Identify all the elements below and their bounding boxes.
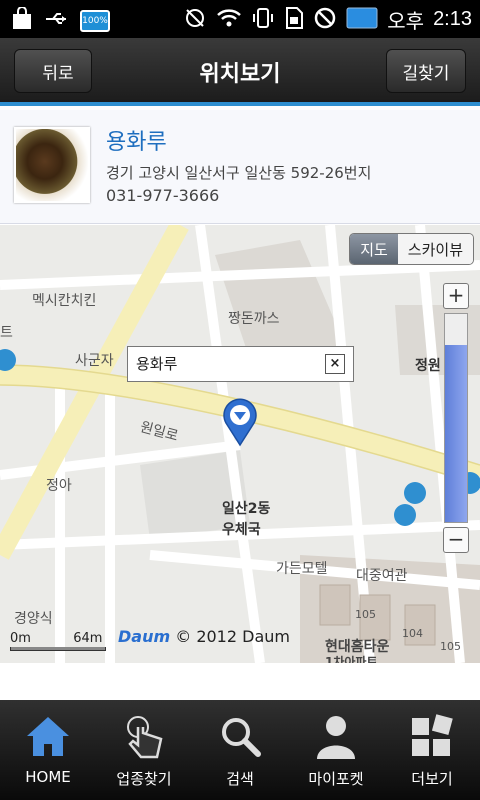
more-icon — [384, 712, 480, 760]
place-address: 경기 고양시 일산서구 일산동 592-26번지 — [106, 164, 372, 182]
nav-home[interactable]: HOME — [0, 700, 96, 800]
nav-search-label: 검색 — [226, 770, 254, 788]
touch-icon — [96, 712, 192, 760]
vibrate-icon — [251, 6, 275, 34]
map-label: 정원 — [415, 358, 441, 374]
place-info-panel: 용화루 경기 고양시 일산서구 일산동 592-26번지 031-977-366… — [0, 110, 480, 224]
nav-home-label: HOME — [25, 768, 71, 786]
map-label: 정아 — [46, 478, 72, 494]
map-label: 사군자 — [75, 353, 114, 369]
map-label: 짱돈까스 — [228, 311, 280, 327]
wifi-icon — [216, 7, 242, 33]
nav-category[interactable]: 업종찾기 — [96, 700, 192, 800]
status-bar: 100% 오후 2:13 — [0, 0, 480, 38]
map-label: 105 — [355, 608, 376, 621]
map-label: 104 — [402, 627, 423, 640]
do-not-disturb-icon — [313, 6, 337, 34]
nav-category-label: 업종찾기 — [116, 770, 172, 788]
search-icon — [192, 712, 288, 760]
clock: 2:13 — [433, 8, 472, 30]
shopping-bag-icon — [10, 6, 34, 35]
map-copyright: Daum © 2012 Daum — [118, 627, 290, 646]
place-thumbnail — [14, 127, 90, 203]
map-type-toggle[interactable]: 지도 스카이뷰 — [349, 233, 474, 265]
nav-more[interactable]: 더보기 — [384, 700, 480, 800]
zoom-control[interactable]: + − — [443, 283, 469, 553]
nav-search[interactable]: 검색 — [192, 700, 288, 800]
place-phone[interactable]: 031-977-3666 — [106, 186, 219, 205]
callout-close-icon[interactable]: × — [325, 354, 345, 374]
title-bar: 뒤로 위치보기 길찾기 — [0, 38, 480, 106]
nav-mypocket[interactable]: 마이포켓 — [288, 700, 384, 800]
sync-off-icon — [183, 6, 207, 34]
screen-icon — [346, 6, 378, 34]
place-callout[interactable]: 용화루 × — [127, 346, 354, 382]
scale-start: 0m — [10, 631, 31, 646]
zoom-slider[interactable] — [444, 313, 468, 523]
usb-icon — [44, 9, 70, 33]
route-button[interactable]: 길찾기 — [386, 49, 466, 93]
nav-more-label: 더보기 — [411, 770, 453, 788]
map-label: 우체국 — [222, 522, 261, 538]
map-view[interactable]: 멕시칸치킨 짱돈까스 사군자 원일로 정원 정아 일산2동 우체국 가든모텔 대… — [0, 225, 480, 663]
zoom-out-button[interactable]: − — [443, 527, 469, 553]
place-name[interactable]: 용화루 — [106, 124, 167, 156]
map-label: 일산2동 — [222, 501, 271, 517]
map-label: 경양식 — [14, 611, 53, 627]
copyright-text: © 2012 Daum — [175, 627, 290, 646]
clock-prefix: 오후 — [387, 11, 425, 33]
daum-logo: Daum — [118, 627, 171, 646]
callout-label: 용화루 — [136, 355, 178, 373]
zoom-in-button[interactable]: + — [443, 283, 469, 309]
scale-end: 64m — [73, 631, 103, 646]
map-label: 105 — [440, 640, 461, 653]
person-icon — [288, 712, 384, 760]
bottom-nav: HOME 업종찾기 검색 마이포켓 더보기 — [0, 700, 480, 800]
sim-icon — [284, 6, 304, 34]
map-label: 가든모텔 — [276, 561, 328, 577]
map-type-skyview[interactable]: 스카이뷰 — [397, 234, 473, 264]
map-type-map[interactable]: 지도 — [350, 234, 398, 264]
map-label: 멕시칸치킨 — [32, 293, 97, 309]
home-icon — [0, 712, 96, 760]
battery-badge: 100% — [80, 10, 110, 32]
map-label: 대중여관 — [356, 568, 408, 584]
nav-mypocket-label: 마이포켓 — [308, 770, 364, 788]
map-label: 트 — [0, 325, 13, 341]
map-scale: 0m 64m — [10, 631, 106, 651]
zoom-level-fill — [445, 345, 467, 522]
map-label: 1차아파트 — [325, 655, 378, 663]
